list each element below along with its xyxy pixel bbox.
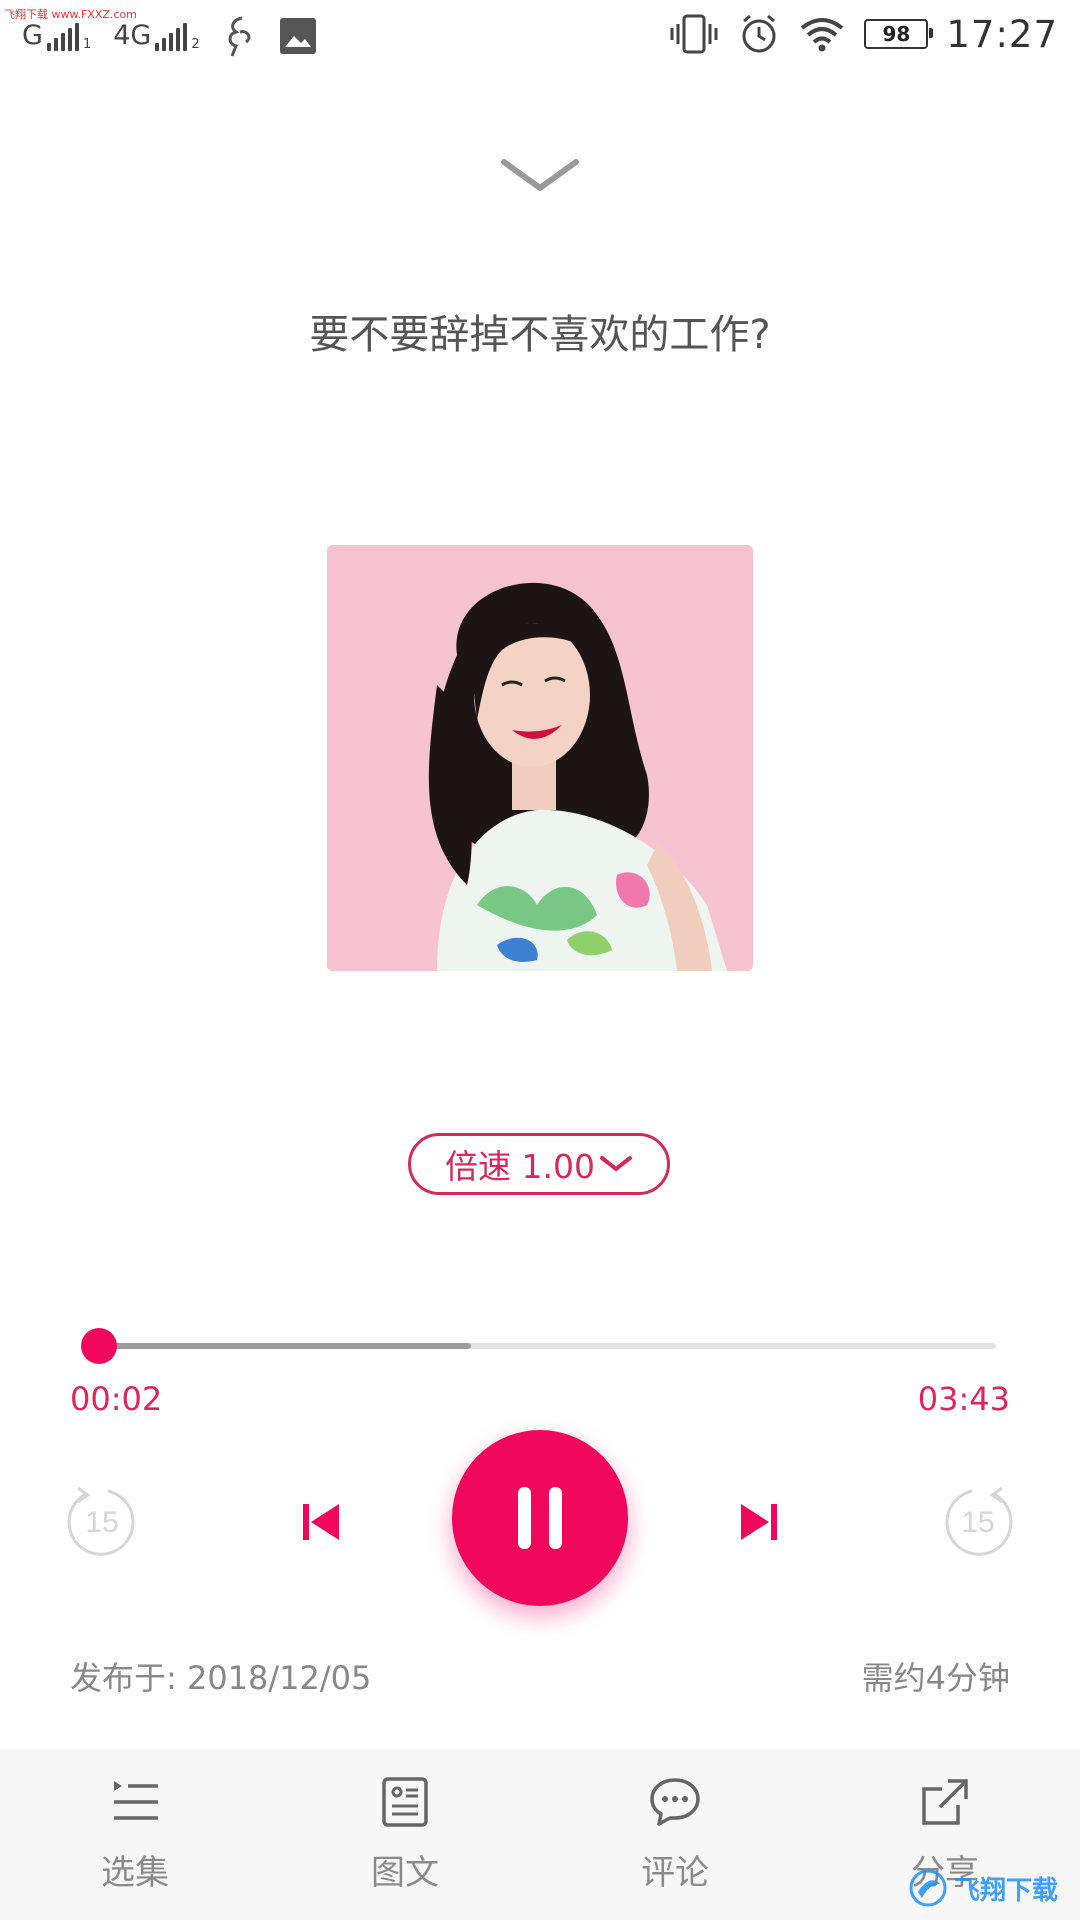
playback-speed-button[interactable]: 倍速 1.00 bbox=[408, 1133, 670, 1195]
playlist-icon bbox=[114, 1781, 158, 1820]
battery-icon: 98 bbox=[864, 19, 934, 49]
progress-slider[interactable] bbox=[81, 1328, 996, 1364]
playback-speed-label: 倍速 1.00 bbox=[445, 1147, 595, 1186]
duration-estimate: 需约4分钟 bbox=[861, 1659, 1010, 1697]
previous-button[interactable] bbox=[296, 1502, 346, 1542]
current-time: 00:02 bbox=[70, 1380, 163, 1418]
sim2-signal-icon: 4G 2 bbox=[113, 20, 200, 52]
tab-article[interactable]: 图文 bbox=[305, 1749, 505, 1920]
tab-label: 评论 bbox=[641, 1853, 709, 1893]
tab-label: 选集 bbox=[101, 1853, 169, 1893]
episode-title: 要不要辞掉不喜欢的工作? bbox=[309, 312, 771, 358]
comment-icon bbox=[650, 1778, 700, 1826]
pause-icon bbox=[518, 1487, 562, 1549]
vibrate-icon bbox=[670, 14, 718, 54]
rewind-15-button[interactable]: 15 bbox=[64, 1484, 140, 1560]
forward-15-button[interactable]: 15 bbox=[940, 1484, 1016, 1560]
status-left: G 1 4G 2 bbox=[22, 14, 318, 58]
progress-buffered bbox=[90, 1343, 471, 1349]
share-icon bbox=[922, 1779, 968, 1825]
cover-artwork bbox=[327, 545, 753, 971]
tab-episodes[interactable]: 选集 bbox=[35, 1749, 235, 1920]
brand-watermark: 飞翔下载 bbox=[908, 1868, 1068, 1908]
skip-previous-icon bbox=[303, 1504, 339, 1540]
image-notification-icon bbox=[279, 18, 316, 54]
publish-date: 发布于: 2018/12/05 bbox=[70, 1659, 372, 1697]
total-time: 03:43 bbox=[917, 1380, 1010, 1418]
forward-seconds-label: 15 bbox=[961, 1506, 994, 1539]
progress-thumb[interactable] bbox=[81, 1328, 118, 1364]
status-time: 17:27 bbox=[946, 12, 1058, 56]
sim1-signal-icon: G 1 bbox=[22, 20, 92, 52]
status-right: 98 17:27 bbox=[668, 12, 1058, 56]
rewind-15-icon: 15 bbox=[67, 1486, 135, 1556]
skip-next-icon bbox=[741, 1504, 777, 1540]
collapse-chevron-icon[interactable] bbox=[500, 156, 580, 196]
chevron-down-icon bbox=[599, 1156, 632, 1172]
brand-logo-icon bbox=[909, 1869, 947, 1907]
tab-label: 图文 bbox=[371, 1853, 439, 1893]
wifi-icon bbox=[801, 18, 844, 52]
tab-comments[interactable]: 评论 bbox=[575, 1749, 775, 1920]
app-notification-icon bbox=[228, 16, 250, 57]
rewind-seconds-label: 15 bbox=[85, 1506, 118, 1539]
status-bar: 飞翔下载 www.FXXZ.com G 1 4G 2 98 17:27 bbox=[0, 0, 1080, 76]
article-icon bbox=[382, 1777, 428, 1827]
cover-portrait-image bbox=[327, 545, 753, 971]
next-button[interactable] bbox=[734, 1502, 784, 1542]
alarm-icon bbox=[742, 14, 776, 53]
pause-button[interactable] bbox=[452, 1430, 628, 1606]
bottom-tab-bar: 选集 图文 评论 分享 飞翔下载 bbox=[0, 1749, 1080, 1920]
forward-15-icon: 15 bbox=[945, 1486, 1013, 1556]
